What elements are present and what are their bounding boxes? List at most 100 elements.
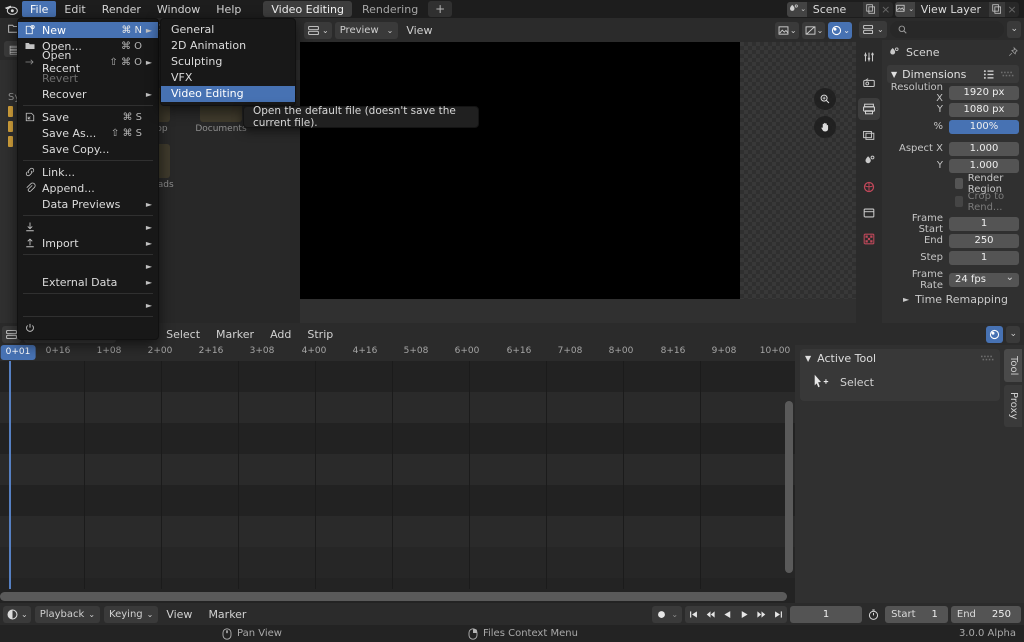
- menu-render[interactable]: Render: [94, 1, 149, 17]
- sequencer-canvas[interactable]: [0, 361, 795, 589]
- properties-tab-output[interactable]: [858, 98, 880, 120]
- menu-item-defaults[interactable]: ►: [18, 297, 158, 313]
- submenu-item-2d-animation[interactable]: 2D Animation: [161, 38, 295, 54]
- menu-item-open-recent[interactable]: Open Recent ⇧ ⌘ O ►: [18, 49, 158, 75]
- preview-view-menu[interactable]: View: [398, 24, 440, 37]
- sidebar-tab-tool[interactable]: Tool: [1004, 349, 1022, 383]
- active-tool-item[interactable]: Select: [800, 367, 1000, 401]
- timeline-marker-menu[interactable]: Marker: [200, 608, 254, 621]
- preview-canvas[interactable]: [300, 42, 856, 299]
- image-display-icon[interactable]: ⌄: [774, 21, 799, 39]
- add-workspace-button[interactable]: +: [428, 1, 453, 17]
- frame-start-field[interactable]: 1: [949, 216, 1019, 231]
- pin-icon[interactable]: [1007, 46, 1019, 58]
- menu-window[interactable]: Window: [149, 1, 208, 17]
- sidebar-options-dropdown[interactable]: ⌄: [1006, 325, 1020, 343]
- submenu-item-sculpting[interactable]: Sculpting: [161, 54, 295, 70]
- menu-item-link[interactable]: Link...: [18, 164, 158, 180]
- timeline-editor-type-button[interactable]: ⌄: [3, 605, 31, 623]
- menu-item-clean-up[interactable]: External Data ►: [18, 274, 158, 290]
- prev-keyframe-icon[interactable]: [702, 606, 719, 623]
- gizmo-icon[interactable]: [986, 325, 1004, 343]
- preview-editor-type-button[interactable]: ⌄: [304, 21, 332, 39]
- crop-to-render-region-checkbox[interactable]: Crop to Rend...: [887, 191, 1019, 213]
- menu-item-quit[interactable]: [18, 320, 158, 336]
- menu-item-save-copy[interactable]: Save Copy...: [18, 141, 158, 157]
- frame-end-field[interactable]: 250: [949, 233, 1019, 248]
- menu-item-import[interactable]: ►: [18, 219, 158, 235]
- workspace-tab-rendering[interactable]: Rendering: [354, 1, 426, 17]
- copy-icon[interactable]: [862, 1, 879, 17]
- auto-keying-button[interactable]: ⌄: [652, 605, 683, 623]
- jump-start-icon[interactable]: [685, 606, 702, 623]
- menu-item-save[interactable]: Save ⌘ S: [18, 109, 158, 125]
- keying-popover-button[interactable]: Keying ⌄: [104, 605, 159, 623]
- sequencer-marker-menu[interactable]: Marker: [208, 328, 262, 341]
- properties-tab-collection[interactable]: [858, 202, 880, 224]
- properties-tab-texture[interactable]: [858, 228, 880, 250]
- properties-filter-dropdown[interactable]: ⌄: [1007, 20, 1021, 38]
- submenu-item-general[interactable]: General: [161, 22, 295, 38]
- frame-step-field[interactable]: 1: [949, 250, 1019, 265]
- next-keyframe-icon[interactable]: [753, 606, 770, 623]
- submenu-item-video-editing[interactable]: Video Editing: [161, 86, 295, 102]
- sequencer-vertical-scrollbar[interactable]: [785, 401, 793, 573]
- copy-icon[interactable]: [989, 1, 1005, 17]
- close-icon[interactable]: ×: [879, 2, 893, 17]
- zoom-icon[interactable]: [814, 88, 836, 110]
- play-icon[interactable]: [736, 606, 753, 623]
- sequencer-horizontal-scrollbar[interactable]: [0, 592, 787, 601]
- menu-item-export[interactable]: Import ►: [18, 235, 158, 251]
- jump-end-icon[interactable]: [770, 606, 787, 623]
- active-tool-panel-header[interactable]: ▼ Active Tool: [800, 349, 1000, 367]
- frame-end-control[interactable]: End 250: [950, 605, 1021, 623]
- sidebar-tab-proxy[interactable]: Proxy: [1004, 385, 1022, 427]
- menu-edit[interactable]: Edit: [56, 1, 93, 17]
- dimensions-panel-header[interactable]: ▼ Dimensions: [887, 65, 1019, 83]
- current-frame-field[interactable]: 1: [790, 605, 863, 623]
- properties-editor-type-button[interactable]: ⌄: [859, 20, 887, 38]
- menu-item-external-data[interactable]: ►: [18, 258, 158, 274]
- menu-item-recover[interactable]: Recover ►: [18, 86, 158, 102]
- scene-selector[interactable]: ⌄ Scene ×: [786, 1, 893, 17]
- blender-logo-icon[interactable]: [0, 0, 22, 18]
- resolution-y-field[interactable]: 1080 px: [949, 102, 1019, 117]
- menu-help[interactable]: Help: [208, 1, 249, 17]
- menu-item-data-previews[interactable]: Data Previews ►: [18, 196, 158, 212]
- sequencer-ruler[interactable]: 0+01 0+16 1+08 2+00 2+16 3+08 4+00 4+16 …: [0, 345, 795, 361]
- aspect-x-field[interactable]: 1.000: [949, 141, 1019, 156]
- sequencer-strip-menu[interactable]: Strip: [299, 328, 341, 341]
- aspect-y-field[interactable]: 1.000: [949, 158, 1019, 173]
- resolution-percent-field[interactable]: 100%: [949, 119, 1019, 134]
- pan-icon[interactable]: [814, 116, 836, 138]
- play-reverse-icon[interactable]: [719, 606, 736, 623]
- time-remapping-subpanel[interactable]: ► Time Remapping: [887, 293, 1019, 306]
- menu-item-save-as[interactable]: Save As... ⇧ ⌘ S: [18, 125, 158, 141]
- menu-file[interactable]: File: [22, 1, 57, 17]
- properties-tab-tool[interactable]: [858, 46, 880, 68]
- close-icon[interactable]: ×: [1005, 2, 1019, 17]
- properties-tab-world[interactable]: [858, 176, 880, 198]
- timeline-view-menu[interactable]: View: [158, 608, 200, 621]
- resolution-x-field[interactable]: 1920 px: [949, 85, 1019, 100]
- workspace-tab-video-editing[interactable]: Video Editing: [263, 1, 352, 17]
- render-region-checkbox[interactable]: Render Region: [887, 173, 1019, 195]
- stopwatch-icon[interactable]: [865, 606, 882, 623]
- overlay-icon[interactable]: ⌄: [801, 21, 826, 39]
- properties-tab-scene[interactable]: [858, 150, 880, 172]
- properties-tab-view-layer[interactable]: [858, 124, 880, 146]
- menu-item-append[interactable]: Append...: [18, 180, 158, 196]
- view-layer-selector[interactable]: ⌄ View Layer ×: [894, 1, 1019, 17]
- preview-display-mode-select[interactable]: Preview ⌄: [334, 21, 399, 39]
- sequencer-add-menu[interactable]: Add: [262, 328, 299, 341]
- gizmo-icon[interactable]: ⌄: [828, 21, 852, 39]
- viewlayer-icon[interactable]: ⌄: [894, 1, 915, 17]
- preset-list-icon[interactable]: [983, 69, 995, 80]
- menu-item-new[interactable]: New ⌘ N ►: [18, 22, 158, 38]
- scene-icon[interactable]: ⌄: [786, 1, 807, 17]
- submenu-item-vfx[interactable]: VFX: [161, 70, 295, 86]
- properties-tab-render[interactable]: [858, 72, 880, 94]
- sequencer-select-menu[interactable]: Select: [158, 328, 208, 341]
- frame-start-control[interactable]: Start 1: [885, 605, 948, 623]
- current-frame-badge[interactable]: 0+01: [0, 345, 36, 360]
